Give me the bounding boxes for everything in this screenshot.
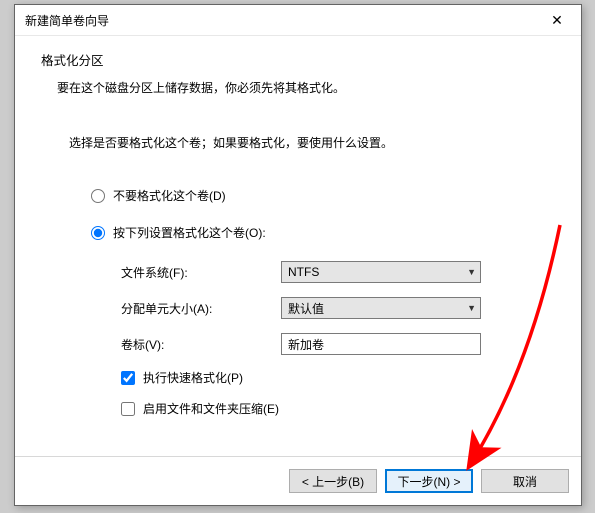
page-subtitle: 要在这个磁盘分区上储存数据，你必须先将其格式化。	[57, 79, 555, 96]
format-choice-group: 不要格式化这个卷(D) 按下列设置格式化这个卷(O):	[91, 187, 555, 241]
radio-format-with-label: 按下列设置格式化这个卷(O):	[113, 224, 266, 241]
select-allocation[interactable]: 默认值 ▼	[281, 297, 481, 319]
radio-format-with-input[interactable]	[91, 226, 105, 240]
label-volume: 卷标(V):	[121, 336, 281, 353]
select-allocation-value: 默认值	[288, 300, 324, 317]
select-filesystem[interactable]: NTFS ▼	[281, 261, 481, 283]
back-button[interactable]: < 上一步(B)	[289, 469, 377, 493]
radio-no-format[interactable]: 不要格式化这个卷(D)	[91, 187, 555, 204]
radio-format-with[interactable]: 按下列设置格式化这个卷(O):	[91, 224, 555, 241]
chevron-down-icon: ▼	[467, 303, 476, 313]
page-title: 格式化分区	[41, 50, 555, 69]
cancel-button[interactable]: 取消	[481, 469, 569, 493]
check-compress[interactable]: 启用文件和文件夹压缩(E)	[121, 400, 555, 417]
row-volume-label: 卷标(V):	[121, 333, 555, 355]
row-allocation: 分配单元大小(A): 默认值 ▼	[121, 297, 555, 319]
label-allocation: 分配单元大小(A):	[121, 300, 281, 317]
next-button[interactable]: 下一步(N) >	[385, 469, 473, 493]
wizard-window: 新建简单卷向导 ✕ 格式化分区 要在这个磁盘分区上储存数据，你必须先将其格式化。…	[14, 4, 582, 506]
select-filesystem-value: NTFS	[288, 265, 319, 279]
window-title: 新建简单卷向导	[25, 12, 109, 29]
titlebar: 新建简单卷向导 ✕	[15, 5, 581, 36]
label-filesystem: 文件系统(F):	[121, 264, 281, 281]
radio-no-format-input[interactable]	[91, 189, 105, 203]
wizard-footer: < 上一步(B) 下一步(N) > 取消	[15, 456, 581, 505]
instruction-text: 选择是否要格式化这个卷；如果要格式化，要使用什么设置。	[69, 134, 555, 151]
check-quick-format[interactable]: 执行快速格式化(P)	[121, 369, 555, 386]
format-settings: 文件系统(F): NTFS ▼ 分配单元大小(A): 默认值 ▼ 卷标(V):	[121, 261, 555, 417]
check-compress-input[interactable]	[121, 402, 135, 416]
close-button[interactable]: ✕	[537, 6, 577, 34]
radio-no-format-label: 不要格式化这个卷(D)	[113, 187, 226, 204]
check-compress-label: 启用文件和文件夹压缩(E)	[143, 400, 279, 417]
input-volume-label[interactable]	[281, 333, 481, 355]
row-filesystem: 文件系统(F): NTFS ▼	[121, 261, 555, 283]
check-quick-format-label: 执行快速格式化(P)	[143, 369, 243, 386]
check-quick-format-input[interactable]	[121, 371, 135, 385]
content-area: 格式化分区 要在这个磁盘分区上储存数据，你必须先将其格式化。 选择是否要格式化这…	[15, 36, 581, 417]
close-icon: ✕	[551, 12, 563, 29]
chevron-down-icon: ▼	[467, 267, 476, 277]
